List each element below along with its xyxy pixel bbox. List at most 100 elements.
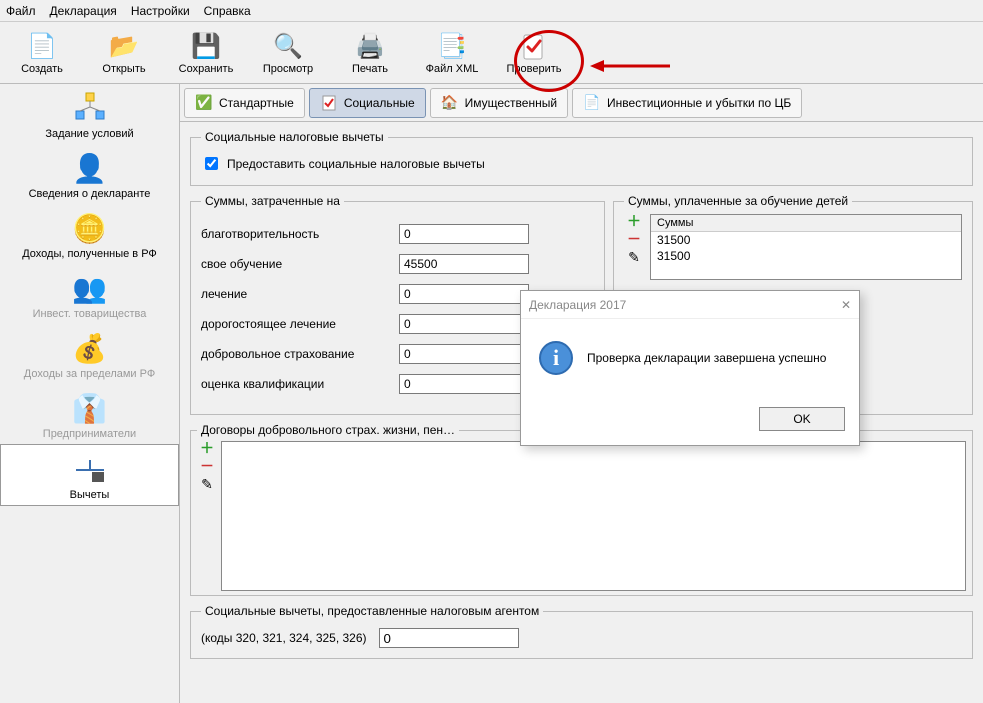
tab-standard-label: Стандартные — [219, 96, 294, 110]
dialog-title: Декларация 2017 — [529, 298, 626, 312]
close-icon[interactable]: ✕ — [841, 298, 851, 312]
remove-contract-icon[interactable]: － — [200, 459, 214, 473]
provide-social-checkbox[interactable] — [205, 157, 218, 170]
save-icon: 💾 — [190, 31, 222, 63]
exp-med-input[interactable] — [399, 314, 529, 334]
sidebar-item-income-abroad: 💰 Доходы за пределами РФ — [0, 324, 179, 384]
med-input[interactable] — [399, 284, 529, 304]
social-group-legend: Социальные налоговые вычеты — [201, 130, 388, 144]
sidebar-item-conditions[interactable]: Задание условий — [0, 84, 179, 144]
ok-button[interactable]: OK — [759, 407, 845, 431]
tab-property[interactable]: 🏠 Имущественный — [430, 88, 568, 118]
children-edu-legend: Суммы, уплаченные за обучение детей — [624, 194, 852, 208]
sidebar-declarant-label: Сведения о декларанте — [4, 188, 175, 200]
house-icon: 🏠 — [441, 94, 459, 112]
sidebar-item-invest-partn: 👥 Инвест. товарищества — [0, 264, 179, 324]
sidebar-income-rf-label: Доходы, полученные в РФ — [4, 248, 175, 260]
social-group: Социальные налоговые вычеты Предоставить… — [190, 130, 973, 186]
tab-social[interactable]: Социальные — [309, 88, 426, 118]
menu-declaration[interactable]: Декларация — [50, 4, 117, 18]
check-label: Проверить — [506, 63, 561, 75]
info-icon: i — [539, 341, 573, 375]
save-label: Сохранить — [179, 63, 234, 75]
menu-settings[interactable]: Настройки — [131, 4, 190, 18]
sidebar: Задание условий 👤 Сведения о декларанте … — [0, 84, 180, 703]
children-edu-header: Суммы — [651, 215, 961, 232]
create-button[interactable]: 📄 Создать — [10, 31, 74, 75]
sidebar-item-entrepreneurs: 👔 Предприниматели — [0, 384, 179, 444]
edit-row-icon[interactable]: ✎ — [628, 250, 640, 264]
save-button[interactable]: 💾 Сохранить — [174, 31, 238, 75]
agent-group: Социальные вычеты, предоставленные налог… — [190, 604, 973, 659]
info-dialog: Декларация 2017 ✕ i Проверка декларации … — [520, 290, 860, 446]
edu-self-label: свое обучение — [201, 257, 391, 271]
menu-file[interactable]: Файл — [6, 4, 36, 18]
sidebar-conditions-label: Задание условий — [4, 128, 175, 140]
children-edu-tools: ＋ － ✎ — [624, 214, 644, 280]
deductions-icon — [72, 451, 108, 487]
check-icon — [518, 31, 550, 63]
children-edu-list[interactable]: Суммы 31500 31500 — [650, 214, 962, 280]
spent-group-legend: Суммы, затраченные на — [201, 194, 344, 208]
printer-icon: 🖨️ — [354, 31, 386, 63]
provide-social-label: Предоставить социальные налоговые вычеты — [227, 157, 485, 171]
tab-invest[interactable]: 📄 Инвестиционные и убытки по ЦБ — [572, 88, 802, 118]
charity-input[interactable] — [399, 224, 529, 244]
open-button[interactable]: 📂 Открыть — [92, 31, 156, 75]
menu-help[interactable]: Справка — [204, 4, 251, 18]
preview-icon: 🔍 — [272, 31, 304, 63]
edit-contract-icon[interactable]: ✎ — [201, 477, 213, 491]
print-button[interactable]: 🖨️ Печать — [338, 31, 402, 75]
sidebar-invest-partn-label: Инвест. товарищества — [4, 308, 175, 320]
deduction-tabs: ✅ Стандартные Социальные 🏠 Имущественный… — [180, 84, 983, 122]
preview-label: Просмотр — [263, 63, 313, 75]
list-row[interactable]: 31500 — [651, 248, 961, 264]
remove-row-icon[interactable]: － — [627, 232, 641, 246]
list-row[interactable]: 31500 — [651, 232, 961, 248]
insurance-input[interactable] — [399, 344, 529, 364]
document-icon: 📄 — [583, 94, 601, 112]
tab-social-label: Социальные — [344, 96, 415, 110]
xml-file-icon: 📑 — [436, 31, 468, 63]
social-tab-icon — [320, 94, 338, 112]
toolbar: 📄 Создать 📂 Открыть 💾 Сохранить 🔍 Просмо… — [0, 22, 983, 84]
coins-icon: 🪙 — [72, 210, 108, 246]
dialog-message: Проверка декларации завершена успешно — [587, 351, 826, 365]
invest-icon: 👥 — [72, 270, 108, 306]
contracts-tools: ＋ － ✎ — [197, 441, 217, 591]
exp-med-label: дорогостоящее лечение — [201, 317, 391, 331]
add-contract-icon[interactable]: ＋ — [200, 441, 214, 455]
contracts-group: Договоры добровольного страх. жизни, пен… — [190, 423, 973, 596]
agent-codes-label: (коды 320, 321, 324, 325, 326) — [201, 631, 367, 645]
create-label: Создать — [21, 63, 63, 75]
agent-input[interactable] — [379, 628, 519, 648]
abroad-icon: 💰 — [72, 330, 108, 366]
med-label: лечение — [201, 287, 391, 301]
sidebar-item-deductions[interactable]: Вычеты — [0, 444, 179, 506]
sidebar-item-declarant[interactable]: 👤 Сведения о декларанте — [0, 144, 179, 204]
qual-input[interactable] — [399, 374, 529, 394]
preview-button[interactable]: 🔍 Просмотр — [256, 31, 320, 75]
edu-self-input[interactable] — [399, 254, 529, 274]
agent-legend: Социальные вычеты, предоставленные налог… — [201, 604, 543, 618]
standard-tab-icon: ✅ — [195, 94, 213, 112]
sidebar-entrepreneurs-label: Предприниматели — [4, 428, 175, 440]
tab-standard[interactable]: ✅ Стандартные — [184, 88, 305, 118]
sidebar-income-abroad-label: Доходы за пределами РФ — [4, 368, 175, 380]
print-label: Печать — [352, 63, 388, 75]
file-xml-button[interactable]: 📑 Файл XML — [420, 31, 484, 75]
insurance-label: добровольное страхование — [201, 347, 391, 361]
add-row-icon[interactable]: ＋ — [627, 214, 641, 228]
contracts-legend: Договоры добровольного страх. жизни, пен… — [197, 423, 459, 437]
tab-invest-label: Инвестиционные и убытки по ЦБ — [607, 96, 791, 110]
sidebar-deductions-label: Вычеты — [5, 489, 174, 501]
contracts-list[interactable] — [221, 441, 966, 591]
charity-label: благотворительность — [201, 227, 391, 241]
conditions-icon — [72, 90, 108, 126]
tab-property-label: Имущественный — [465, 96, 557, 110]
person-icon: 👤 — [72, 150, 108, 186]
open-label: Открыть — [102, 63, 145, 75]
sidebar-item-income-rf[interactable]: 🪙 Доходы, полученные в РФ — [0, 204, 179, 264]
open-folder-icon: 📂 — [108, 31, 140, 63]
check-button[interactable]: Проверить — [502, 31, 566, 75]
